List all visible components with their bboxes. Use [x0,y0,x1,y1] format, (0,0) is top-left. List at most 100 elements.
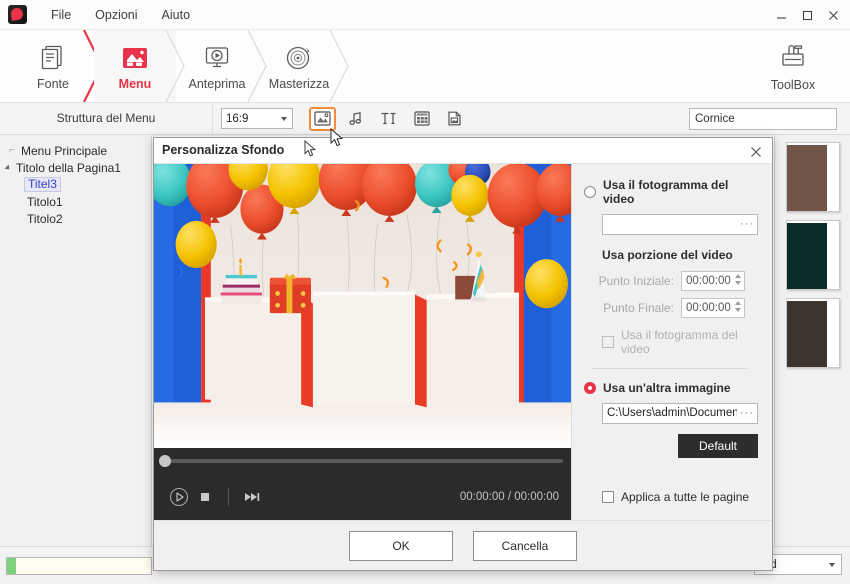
use-other-image-radio[interactable]: Usa un'altra immagine [584,381,758,395]
use-video-frame-checkbox-row[interactable]: Usa il fotogramma del video [602,328,758,356]
menu-file[interactable]: File [39,4,83,26]
page-thumbnail-1[interactable] [785,142,840,212]
start-point-row: Punto Iniziale: 00:00:00 [592,270,758,291]
aspect-ratio-value: 16:9 [226,112,249,125]
dialog-footer: OK Cancella [154,520,772,570]
progress-bar [6,556,152,575]
document-stack-icon [38,42,68,74]
tree-guide-icon: ⌐ [9,145,15,156]
use-other-image-label: Usa un'altra immagine [603,380,731,395]
menu-structure-toolbar: Struttura del Menu 16:9 Cornice [0,103,850,135]
toolbox-label: ToolBox [770,78,816,92]
tree-item-titel3[interactable]: Titel3 [4,176,151,193]
end-point-row: Punto Finale: 00:00:00 [592,297,758,318]
browse-button[interactable]: ··· [737,214,754,234]
tree-item-titolo2[interactable]: Titolo2 [4,210,151,227]
step-fonte[interactable]: Fonte [12,30,94,102]
page-template-tool[interactable] [441,107,468,131]
preview-player: 00:00:00 / 00:00:00 [154,163,571,521]
tree-item-menu-principale[interactable]: ⌐ Menu Principale [4,142,151,159]
close-icon[interactable] [746,142,766,162]
seek-bar[interactable] [154,448,571,475]
tree-item-label: Menu Principale [21,143,108,158]
tree-item-titolo1[interactable]: Titolo1 [4,193,151,210]
thumbnail-preview [786,223,827,289]
stop-icon[interactable] [192,484,218,510]
page-thumbnail-3[interactable] [785,298,840,368]
page-thumbnail-2[interactable] [785,220,840,290]
text-tool[interactable] [375,107,402,131]
video-frame-path-input[interactable]: ··· [602,213,758,235]
menu-opzioni[interactable]: Opzioni [83,4,149,26]
thumbnail-preview [786,301,827,367]
image-path-input[interactable]: C:\Users\admin\Documents\\ ··· [602,402,758,424]
transport-divider [228,488,229,507]
checkbox-icon[interactable] [602,335,614,348]
next-icon[interactable] [239,484,265,510]
start-point-label: Punto Iniziale: [598,273,674,288]
radio-icon[interactable] [584,185,596,198]
background-music-tool[interactable] [342,107,369,131]
play-icon[interactable] [166,484,192,510]
menu-structure-tree: ⌐ Menu Principale Titolo della Pagina1 T… [0,136,152,546]
customize-background-dialog: Personalizza Sfondo 00:00:00 / 00:00:00 … [153,137,773,571]
chevron-down-icon [829,562,835,567]
step-label: Anteprima [188,76,246,91]
dialog-title: Personalizza Sfondo [162,143,285,158]
background-options-panel: Usa il fotogramma del video ··· Usa porz… [571,163,772,521]
apply-all-pages-label: Applica a tutte le pagine [621,490,750,505]
step-label: Masterizza [268,76,330,91]
end-point-stepper[interactable]: 00:00:00 [681,297,745,318]
apply-all-pages-row[interactable]: Applica a tutte le pagine [602,490,749,504]
use-video-frame-checkbox-label: Usa il fotogramma del video [621,327,738,356]
close-icon[interactable] [820,3,846,27]
step-anteprima[interactable]: Anteprima [176,30,258,102]
menu-aiuto[interactable]: Aiuto [150,4,203,26]
toolbox-button[interactable]: ToolBox [750,30,836,102]
expand-arrow-icon[interactable] [4,163,12,172]
progress-bar-fill [7,557,16,574]
dialog-title-bar: Personalizza Sfondo [154,138,772,164]
seek-track[interactable] [159,455,563,468]
maximize-icon[interactable] [794,3,820,27]
stepper-arrows-icon[interactable] [735,273,741,285]
menu-bar: File Opzioni Aiuto [39,4,202,26]
start-point-value: 00:00:00 [686,274,731,287]
thumbnail-preview [786,145,827,211]
dialog-body: 00:00:00 / 00:00:00 Usa il fotogramma de… [154,163,772,521]
workflow-steps: Fonte Menu Anteprima Masterizza [0,30,349,102]
minimize-icon[interactable] [768,3,794,27]
default-button[interactable]: Default [678,433,758,458]
app-logo-icon [8,5,27,24]
tree-item-label: Titolo2 [27,211,63,226]
seek-handle[interactable] [159,455,171,468]
tree-item-label: Titolo1 [27,194,63,209]
stepper-arrows-icon[interactable] [735,300,741,312]
tree-item-titolo-pagina1[interactable]: Titolo della Pagina1 [4,159,151,176]
use-video-portion-title: Usa porzione del video [602,247,733,262]
ok-button[interactable]: OK [349,530,453,561]
start-point-stepper[interactable]: 00:00:00 [681,270,745,291]
aspect-ratio-select[interactable]: 16:9 [221,108,293,129]
options-divider [592,367,748,369]
background-image-tool[interactable] [309,106,336,131]
timecode-display: 00:00:00 / 00:00:00 [459,491,559,504]
frame-name-input[interactable]: Cornice [689,108,837,130]
cancel-button[interactable]: Cancella [473,530,577,561]
end-point-value: 00:00:00 [686,301,731,314]
window-controls [768,0,846,30]
picture-menu-icon [120,42,150,74]
checkbox-icon[interactable] [602,491,614,504]
end-point-label: Punto Finale: [603,300,674,315]
toolbox-icon [778,40,808,73]
browse-button[interactable]: ··· [737,403,754,423]
chevron-down-icon [281,116,287,121]
step-menu[interactable]: Menu [94,30,176,102]
step-masterizza[interactable]: Masterizza [258,30,340,102]
use-video-frame-radio[interactable]: Usa il fotogramma del video [584,178,758,206]
thumbnail-grid-tool[interactable] [408,107,435,131]
radio-icon[interactable] [584,381,596,394]
image-path-value: C:\Users\admin\Documents\\ [607,407,754,420]
monitor-play-icon [202,42,232,74]
disc-burn-icon [284,42,314,74]
